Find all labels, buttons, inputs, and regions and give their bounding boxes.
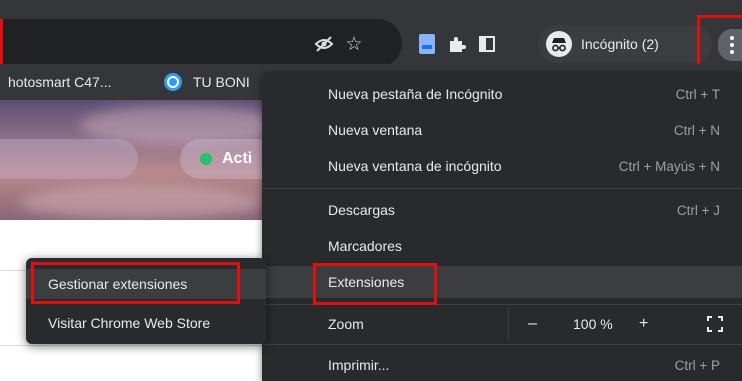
menu-item-shortcut: Ctrl + T (675, 86, 720, 102)
menu-item-zoom: Zoom – 100 % + (262, 308, 742, 340)
incognito-icon (546, 31, 572, 57)
menu-item-shortcut: Ctrl + N (673, 122, 720, 138)
menu-item-label: Nueva pestaña de Incógnito (328, 86, 503, 102)
zoom-in-button[interactable]: + (639, 315, 648, 333)
menu-item-new-incognito-window[interactable]: Nueva ventana de incógnito Ctrl + Mayús … (262, 150, 742, 182)
zoom-level: 100 % (573, 316, 613, 332)
eye-off-icon[interactable] (312, 32, 336, 56)
status-label: Acti (222, 150, 253, 167)
kebab-menu-icon[interactable] (718, 29, 742, 61)
browser-window: ☆ Incógnito (2) hotosmart C47... TU BONI… (0, 0, 742, 381)
menu-item-shortcut: Ctrl + Mayús + N (618, 158, 720, 174)
chrome-main-menu: Nueva pestaña de Incógnito Ctrl + T Nuev… (262, 72, 742, 381)
zoom-divider (508, 308, 509, 340)
menu-separator (262, 344, 742, 345)
zoom-out-button[interactable]: – (528, 315, 537, 333)
incognito-profile-button[interactable]: Incógnito (2) (538, 25, 712, 63)
menu-item-print[interactable]: Imprimir... Ctrl + P (262, 349, 742, 381)
menu-separator (262, 188, 742, 189)
side-panel-icon[interactable] (475, 32, 499, 56)
menu-item-label: Nueva ventana de incógnito (328, 158, 502, 174)
bookmark-favicon-icon (164, 73, 182, 91)
puzzle-icon[interactable] (445, 32, 469, 56)
menu-item-shortcut: Ctrl + P (674, 357, 720, 373)
submenu-item-label: Visitar Chrome Web Store (48, 315, 211, 331)
toolbar: ☆ Incógnito (2) (0, 0, 742, 70)
menu-item-new-incognito-tab[interactable]: Nueva pestaña de Incógnito Ctrl + T (262, 78, 742, 110)
menu-item-label: Nueva ventana (328, 122, 423, 138)
menu-item-label: Imprimir... (328, 357, 390, 373)
bookmark-item[interactable]: TU BONI (193, 74, 250, 90)
extension-doc-icon[interactable] (415, 32, 439, 56)
annotation-manage-extensions-highlight (31, 262, 240, 304)
menu-item-new-window[interactable]: Nueva ventana Ctrl + N (262, 114, 742, 146)
divider (0, 345, 270, 346)
cloud-shape (20, 185, 260, 220)
annotation-highlight-edge (0, 19, 3, 67)
status-dot-icon (200, 153, 212, 165)
submenu-item-chrome-web-store[interactable]: Visitar Chrome Web Store (26, 308, 266, 338)
banner-pill (0, 139, 138, 179)
incognito-label: Incógnito (2) (581, 36, 659, 52)
menu-item-downloads[interactable]: Descargas Ctrl + J (262, 194, 742, 226)
menu-item-label: Descargas (328, 202, 395, 218)
star-icon[interactable]: ☆ (342, 32, 366, 56)
bookmark-item[interactable]: hotosmart C47... (8, 74, 112, 90)
menu-item-shortcut: Ctrl + J (676, 202, 720, 218)
menu-item-label: Marcadores (328, 238, 402, 254)
annotation-extensions-highlight (313, 263, 437, 305)
fullscreen-icon[interactable] (707, 316, 723, 332)
menu-item-label: Zoom (328, 316, 364, 332)
menu-item-bookmarks[interactable]: Marcadores (262, 230, 742, 262)
